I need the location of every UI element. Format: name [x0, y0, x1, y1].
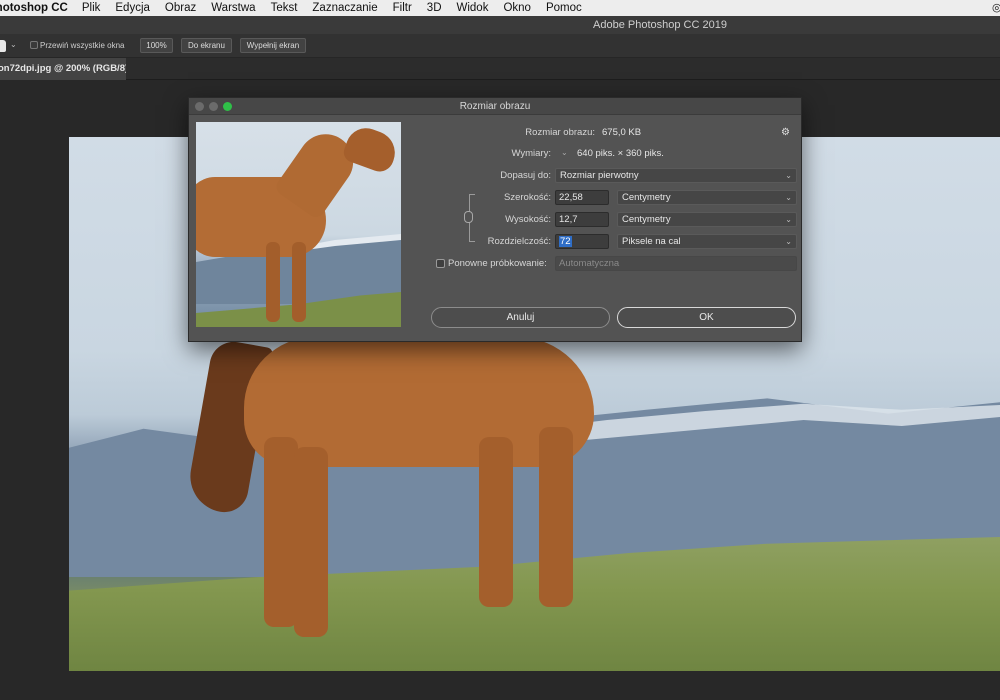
cancel-button[interactable]: Anuluj: [431, 307, 610, 328]
image-size-dialog: Rozmiar obrazu ⚙ Rozmiar obrazu: 675,0 K…: [188, 97, 802, 342]
horse-leg-shape: [539, 427, 573, 607]
preview-horse-leg: [266, 242, 280, 322]
dialog-title-bar: Rozmiar obrazu: [189, 98, 801, 115]
dialog-title: Rozmiar obrazu: [459, 101, 531, 112]
height-unit-select[interactable]: Centymetry ⌄: [617, 212, 797, 227]
width-label: Szerokość:: [504, 192, 551, 203]
chevron-down-icon: ⌄: [785, 237, 792, 246]
width-unit-value: Centymetry: [622, 192, 671, 203]
document-tab-bar: on72dpi.jpg @ 200% (RGB/8): [0, 58, 1000, 80]
hand-tool-icon[interactable]: [0, 40, 6, 52]
width-input[interactable]: 22,58: [555, 190, 609, 205]
resolution-unit-value: Piksele na cal: [622, 236, 681, 247]
chevron-down-icon: ⌄: [785, 171, 792, 180]
link-icon[interactable]: [464, 211, 473, 223]
gear-icon[interactable]: ⚙: [781, 127, 790, 138]
fit-screen-button[interactable]: Do ekranu: [181, 38, 232, 53]
image-size-value: 675,0 KB: [602, 127, 642, 138]
document-tab[interactable]: on72dpi.jpg @ 200% (RGB/8): [0, 58, 126, 80]
width-unit-select[interactable]: Centymetry ⌄: [617, 190, 797, 205]
zoom-window-button[interactable]: [223, 102, 232, 111]
minimize-window-button[interactable]: [209, 102, 218, 111]
app-title: Adobe Photoshop CC 2019: [593, 19, 727, 31]
menu-edycja[interactable]: Edycja: [115, 2, 150, 14]
height-input[interactable]: 12,7: [555, 212, 609, 227]
scroll-all-windows-label: Przewiń wszystkie okna: [40, 41, 125, 50]
menu-okno[interactable]: Okno: [503, 2, 531, 14]
preview-horse-leg: [292, 242, 306, 322]
menu-3d[interactable]: 3D: [427, 2, 442, 14]
close-window-button[interactable]: [195, 102, 204, 111]
fit-to-value: Rozmiar pierwotny: [560, 170, 639, 181]
fit-to-label: Dopasuj do:: [500, 170, 551, 181]
scroll-all-windows-checkbox[interactable]: [30, 41, 38, 49]
menu-filtr[interactable]: Filtr: [393, 2, 412, 14]
fill-screen-button[interactable]: Wypełnij ekran: [240, 38, 306, 53]
resolution-unit-select[interactable]: Piksele na cal ⌄: [617, 234, 797, 249]
resolution-value: 72: [559, 236, 572, 247]
menu-obraz[interactable]: Obraz: [165, 2, 196, 14]
menu-tekst[interactable]: Tekst: [271, 2, 298, 14]
status-icon[interactable]: ◎: [992, 1, 1000, 13]
image-size-label: Rozmiar obrazu:: [525, 127, 595, 138]
chevron-down-icon: ⌄: [785, 215, 792, 224]
zoom-100-button[interactable]: 100%: [140, 38, 173, 53]
resolution-input[interactable]: 72: [555, 234, 609, 249]
app-menu[interactable]: Photoshop CC: [0, 2, 68, 14]
resample-select: Automatyczna: [555, 256, 797, 271]
horse-leg-shape: [264, 437, 298, 627]
horse-leg-shape: [294, 447, 328, 637]
resample-checkbox[interactable]: [436, 259, 445, 268]
resample-label: Ponowne próbkowanie:: [448, 258, 547, 269]
menu-bar: Photoshop CC Plik Edycja Obraz Warstwa T…: [0, 0, 1000, 16]
height-label: Wysokość:: [505, 214, 551, 225]
dimensions-value: 640 piks. × 360 piks.: [577, 148, 664, 159]
chevron-down-icon[interactable]: ⌄: [10, 40, 17, 49]
fit-to-select[interactable]: Rozmiar pierwotny ⌄: [555, 168, 797, 183]
dimensions-label: Wymiary:: [511, 148, 552, 159]
chevron-down-icon: ⌄: [785, 193, 792, 202]
ok-button[interactable]: OK: [617, 307, 796, 328]
image-preview[interactable]: [196, 122, 401, 327]
chevron-down-icon[interactable]: ⌄: [561, 148, 568, 157]
document-tab-label: on72dpi.jpg @ 200% (RGB/8): [0, 63, 126, 74]
resolution-label: Rozdzielczość:: [487, 236, 551, 247]
options-bar: ⌄ Przewiń wszystkie okna 100% Do ekranu …: [0, 34, 1000, 58]
menu-plik[interactable]: Plik: [82, 2, 101, 14]
horse-leg-shape: [479, 437, 513, 607]
menu-warstwa[interactable]: Warstwa: [211, 2, 255, 14]
height-unit-value: Centymetry: [622, 214, 671, 225]
app-title-bar: Adobe Photoshop CC 2019: [0, 16, 1000, 34]
menu-widok[interactable]: Widok: [457, 2, 489, 14]
menu-zaznaczanie[interactable]: Zaznaczanie: [312, 2, 377, 14]
menu-pomoc[interactable]: Pomoc: [546, 2, 582, 14]
